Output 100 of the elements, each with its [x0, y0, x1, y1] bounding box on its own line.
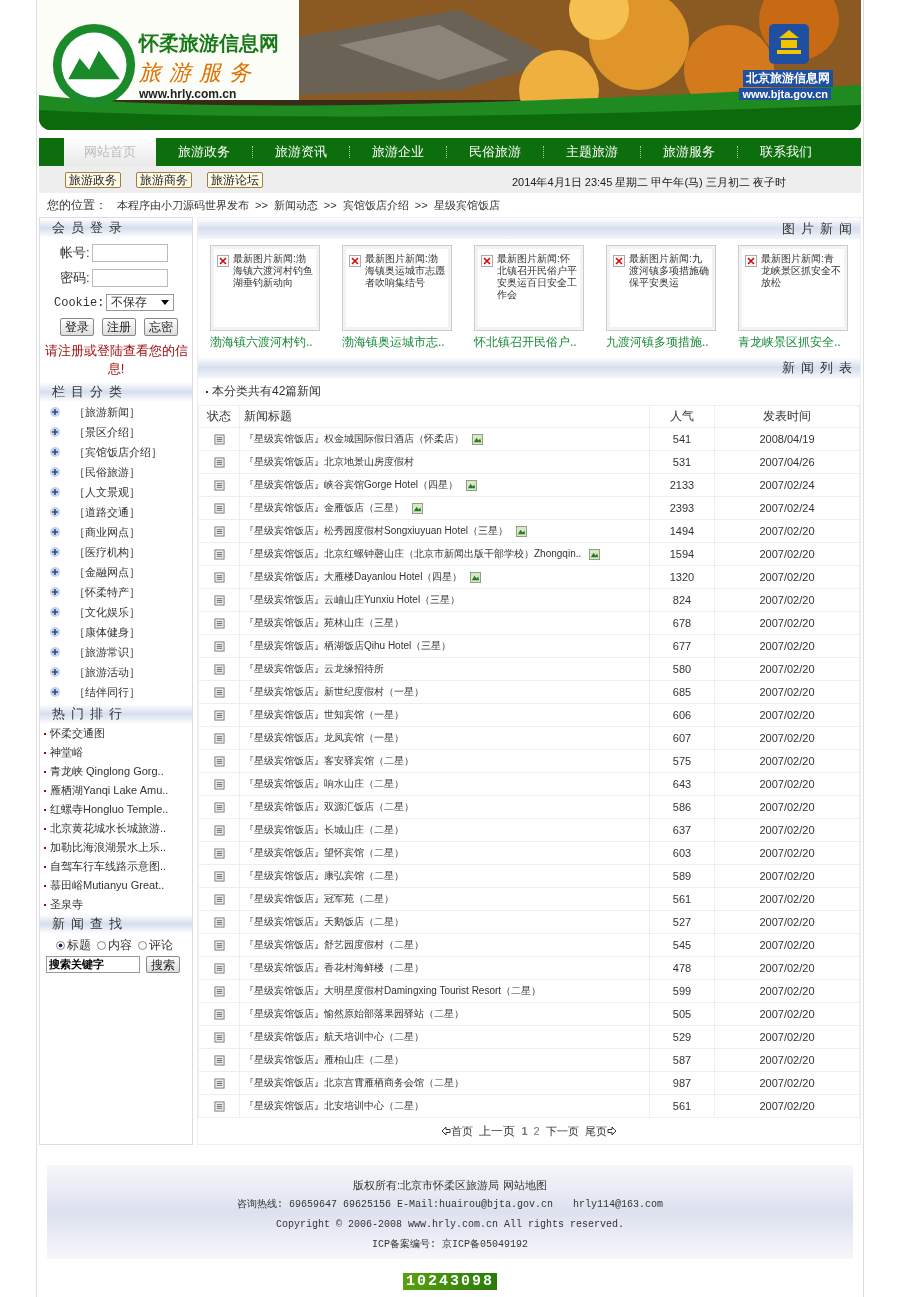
- news-title-link[interactable]: 『星级宾馆饭店』双源汇饭店（二星）: [244, 801, 414, 812]
- document-icon: [213, 1009, 225, 1021]
- category-link[interactable]: ［商业网点］: [74, 524, 140, 540]
- plus-icon: [50, 447, 60, 457]
- login-button[interactable]: 忘密: [144, 318, 178, 336]
- page-link[interactable]: 2: [533, 1125, 540, 1137]
- next-page-link[interactable]: 下一页: [545, 1123, 579, 1139]
- news-title-link[interactable]: 『星级宾馆饭店』北京地景山房度假村: [244, 456, 414, 467]
- account-field[interactable]: [92, 244, 168, 262]
- nav-tab[interactable]: 旅游资讯: [259, 138, 343, 166]
- date-cell: 2008/04/19: [714, 427, 860, 451]
- category-link[interactable]: ［旅游常识］: [74, 644, 140, 660]
- category-link[interactable]: ［康体健身］: [74, 624, 140, 640]
- nav-tab[interactable]: 主题旅游: [550, 138, 634, 166]
- image-placeholder[interactable]: 最新图片新闻:九渡河镇多项措施确保平安奥运: [606, 245, 716, 331]
- password-field[interactable]: [92, 269, 168, 287]
- radio-button[interactable]: [138, 941, 147, 950]
- photo-caption[interactable]: 青龙峡景区抓安全..: [738, 334, 848, 351]
- date-cell: 2007/04/26: [714, 450, 860, 474]
- news-title-link[interactable]: 『星级宾馆饭店』苑林山庄（三星）: [244, 617, 404, 628]
- hot-link[interactable]: 自驾车行车线路示意图..: [50, 859, 167, 874]
- first-page-link[interactable]: 首页: [441, 1123, 474, 1139]
- category-link[interactable]: ［人文景观］: [74, 484, 140, 500]
- email-text: hrly114@163.com: [573, 1199, 664, 1210]
- nav-tab[interactable]: 旅游政务: [162, 138, 246, 166]
- sitemap-link[interactable]: 网站地图: [503, 1179, 548, 1191]
- document-icon: [213, 1078, 225, 1090]
- category-link[interactable]: ［景区介绍］: [74, 424, 140, 440]
- news-title-link[interactable]: 『星级宾馆饭店』长城山庄（二星）: [244, 824, 404, 835]
- hot-link[interactable]: 青龙峡 Qinglong Gorg..: [50, 764, 164, 779]
- photo-caption[interactable]: 渤海镇六渡河村钓..: [210, 334, 320, 351]
- date-cell: 2007/02/20: [714, 1025, 860, 1049]
- image-placeholder[interactable]: 最新图片新闻:渤海镇奥运城市志愿者吹响集结号: [342, 245, 452, 331]
- login-button[interactable]: 登录: [60, 318, 94, 336]
- news-title-link[interactable]: 『星级宾馆饭店』天鹅饭店（二星）: [244, 916, 404, 927]
- subnav-button[interactable]: 旅游论坛: [207, 171, 263, 188]
- hot-link[interactable]: 雁栖湖Yanqi Lake Amu..: [50, 783, 169, 798]
- nav-tab[interactable]: 旅游企业: [356, 138, 440, 166]
- arrow-right-icon: [606, 1126, 617, 1136]
- news-title-link[interactable]: 『星级宾馆饭店』康弘宾馆（二星）: [244, 870, 404, 881]
- news-title-link[interactable]: 『星级宾馆饭店』世知宾馆（一星）: [244, 709, 404, 720]
- search-field[interactable]: 搜索关键字: [46, 956, 140, 973]
- category-link[interactable]: ［旅游新闻］: [74, 404, 140, 420]
- cookie-dropdown[interactable]: 不保存: [106, 294, 175, 311]
- image-placeholder[interactable]: 最新图片新闻:青龙峡景区抓安全不放松: [738, 245, 848, 331]
- category-link[interactable]: ［文化娱乐］: [74, 604, 140, 620]
- login-button[interactable]: 注册: [102, 318, 136, 336]
- hot-link[interactable]: 圣泉寺: [50, 897, 83, 912]
- last-page-link[interactable]: 尾页: [584, 1123, 617, 1139]
- breadcrumb-link[interactable]: 本程序由小刀源码世界发布: [117, 197, 249, 213]
- news-title-link[interactable]: 『星级宾馆饭店』冠军苑（二星）: [244, 893, 394, 904]
- nav-tab[interactable]: 旅游服务: [647, 138, 731, 166]
- news-title-link[interactable]: 『星级宾馆饭店』客安驿宾馆（二星）: [244, 755, 414, 766]
- plus-icon: [50, 607, 60, 617]
- hot-link[interactable]: 怀柔交通图: [50, 726, 105, 741]
- date-cell: 2007/02/20: [714, 703, 860, 727]
- image-placeholder[interactable]: 最新图片新闻:怀北镇召开民俗户平安奥运百日安全工作会: [474, 245, 584, 331]
- news-title-link[interactable]: 『星级宾馆饭店』望怀宾馆（二星）: [244, 847, 404, 858]
- photo-caption[interactable]: 九渡河镇多项措施..: [606, 334, 716, 351]
- hot-link[interactable]: 红螺寺Hongluo Temple..: [50, 802, 169, 817]
- news-title-link[interactable]: 『星级宾馆饭店』响水山庄（二星）: [244, 778, 404, 789]
- news-title-link[interactable]: 『星级宾馆饭店』金雁饭店（三星）: [244, 502, 404, 513]
- category-link[interactable]: ［民俗旅游］: [74, 464, 140, 480]
- views-cell: 589: [649, 864, 715, 888]
- nav-tab[interactable]: 民俗旅游: [453, 138, 537, 166]
- hot-link[interactable]: 慕田峪Mutianyu Great..: [50, 878, 165, 893]
- search-button[interactable]: 搜索: [146, 956, 180, 973]
- category-link[interactable]: ［旅游活动］: [74, 664, 140, 680]
- page-link[interactable]: 1: [521, 1125, 528, 1137]
- subnav-button[interactable]: 旅游商务: [136, 171, 192, 188]
- previous-page-link[interactable]: 上一页: [479, 1122, 516, 1140]
- plus-icon: [50, 427, 60, 437]
- news-title-link[interactable]: 『星级宾馆饭店』龙凤宾馆（一星）: [244, 732, 404, 743]
- hot-link[interactable]: 北京黄花城水长城旅游..: [50, 821, 167, 836]
- plus-icon: [50, 467, 60, 477]
- category-link[interactable]: ［结伴同行］: [74, 684, 140, 700]
- hot-link[interactable]: 神堂峪: [50, 745, 83, 760]
- breadcrumb-link[interactable]: 新闻动态: [273, 197, 318, 213]
- image-icon: [412, 502, 423, 514]
- news-title-link[interactable]: 『星级宾馆饭店』雁柏山庄（二星）: [244, 1054, 404, 1065]
- breadcrumb-link[interactable]: 星级宾馆饭店: [433, 197, 500, 213]
- category-link[interactable]: ［怀柔特产］: [74, 584, 140, 600]
- date-cell: 2007/02/20: [714, 818, 860, 842]
- news-title-link[interactable]: 『星级宾馆饭店』云龙缘招待所: [244, 663, 384, 674]
- radio-button[interactable]: [97, 941, 106, 950]
- nav-tab[interactable]: 联系我们: [744, 138, 828, 166]
- hot-link[interactable]: 加勒比海浪湖景水上乐..: [50, 840, 167, 855]
- views-cell: 529: [649, 1025, 715, 1049]
- category-link[interactable]: ［医疗机构］: [74, 544, 140, 560]
- breadcrumb-link[interactable]: 宾馆饭店介绍: [342, 197, 409, 213]
- photo-caption[interactable]: 怀北镇召开民俗户..: [474, 334, 584, 351]
- category-link[interactable]: ［宾馆饭店介绍］: [74, 444, 162, 460]
- category-link[interactable]: ［道路交通］: [74, 504, 140, 520]
- broken-image-icon: [481, 255, 493, 267]
- radio-button[interactable]: [56, 941, 65, 950]
- image-placeholder[interactable]: 最新图片新闻:渤海镇六渡河村钓鱼湖垂钓新动向: [210, 245, 320, 331]
- subnav-button[interactable]: 旅游政务: [65, 171, 121, 188]
- photo-caption[interactable]: 渤海镇奥运城市志..: [342, 334, 452, 351]
- visit-counter: 10243098: [403, 1273, 497, 1290]
- category-link[interactable]: ［金融网点］: [74, 564, 140, 580]
